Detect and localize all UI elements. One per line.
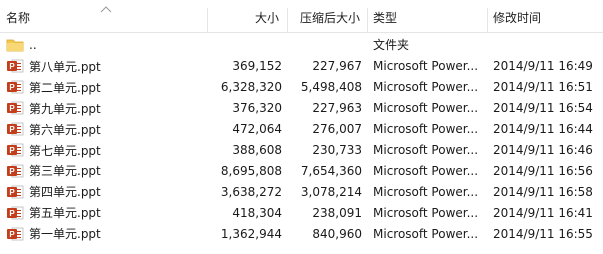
type-cell: Microsoft Power...	[373, 122, 479, 137]
file-row[interactable]: P 第八单元.ppt 369,152 227,967 Microsoft Power..…	[0, 56, 603, 77]
column-header-name[interactable]: 名称	[6, 4, 30, 32]
powerpoint-icon: P	[6, 58, 24, 74]
file-name: 第一单元.ppt	[29, 227, 101, 242]
compressed-size-cell: 5,498,408	[300, 80, 362, 95]
column-header-size[interactable]: 大小	[255, 4, 279, 32]
modified-cell: 2014/9/11 16:54	[493, 101, 593, 116]
size-cell: 369,152	[232, 59, 282, 74]
svg-text:P: P	[9, 83, 15, 92]
compressed-size-cell: 3,078,214	[300, 184, 362, 199]
column-header-bar: 名称 大小 压缩后大小 类型 修改时间	[0, 4, 603, 33]
svg-text:P: P	[9, 188, 15, 197]
size-cell: 388,608	[232, 143, 282, 157]
size-cell: 6,328,320	[220, 80, 282, 95]
file-row[interactable]: P 第五单元.ppt 418,304 238,091 Microsoft Power..…	[0, 202, 603, 223]
compressed-size-cell: 230,733	[312, 143, 362, 157]
column-separator[interactable]	[207, 8, 208, 32]
column-header-compressed[interactable]: 压缩后大小	[300, 4, 360, 32]
modified-cell: 2014/9/11 16:41	[493, 205, 593, 220]
file-name: 第五单元.ppt	[29, 206, 101, 221]
size-cell: 3,638,272	[220, 184, 282, 199]
type-cell: Microsoft Power...	[373, 184, 479, 199]
type-cell: 文件夹	[373, 38, 410, 52]
compressed-size-cell: 238,091	[312, 205, 362, 220]
powerpoint-icon: P	[6, 142, 24, 158]
modified-cell: 2014/9/11 16:56	[493, 163, 593, 178]
folder-icon	[6, 37, 24, 53]
modified-cell: 2014/9/11 16:44	[493, 122, 593, 137]
parent-folder-row[interactable]: .. 文件夹	[0, 33, 603, 56]
powerpoint-icon: P	[6, 79, 24, 95]
svg-text:P: P	[9, 209, 15, 218]
size-cell: 376,320	[232, 101, 282, 116]
compressed-size-cell: 840,960	[312, 226, 362, 241]
powerpoint-icon: P	[6, 121, 24, 137]
file-name: 第六单元.ppt	[29, 122, 101, 137]
compressed-size-cell: 227,963	[312, 101, 362, 116]
size-cell	[210, 33, 282, 56]
size-cell: 472,064	[232, 122, 282, 137]
modified-cell: 2014/9/11 16:51	[493, 80, 593, 95]
svg-text:P: P	[9, 125, 15, 134]
file-name: 第七单元.ppt	[29, 143, 101, 158]
column-header-modified[interactable]: 修改时间	[493, 4, 541, 32]
type-cell: Microsoft Power...	[373, 101, 479, 116]
file-row[interactable]: P 第九单元.ppt 376,320 227,963 Microsoft Power..…	[0, 98, 603, 119]
type-cell: Microsoft Power...	[373, 59, 479, 74]
type-cell: Microsoft Power...	[373, 143, 479, 157]
file-name: 第三单元.ppt	[29, 164, 101, 179]
compressed-size-cell	[290, 33, 362, 56]
file-name: ..	[29, 37, 37, 52]
powerpoint-icon: P	[6, 100, 24, 116]
file-name: 第九单元.ppt	[29, 101, 101, 116]
type-cell: Microsoft Power...	[373, 163, 479, 178]
type-cell: Microsoft Power...	[373, 205, 479, 220]
svg-text:P: P	[9, 146, 15, 155]
modified-cell: 2014/9/11 16:55	[493, 226, 593, 241]
file-row[interactable]: P 第二单元.ppt 6,328,320 5,498,408 Microsoft Pow…	[0, 77, 603, 98]
column-separator[interactable]	[367, 8, 368, 32]
svg-text:P: P	[9, 104, 15, 113]
size-cell: 418,304	[232, 205, 282, 220]
column-header-type[interactable]: 类型	[373, 4, 397, 32]
size-cell: 1,362,944	[220, 226, 282, 241]
file-name: 第四单元.ppt	[29, 185, 101, 200]
svg-text:P: P	[9, 230, 15, 239]
compressed-size-cell: 227,967	[312, 59, 362, 74]
modified-cell: 2014/9/11 16:46	[493, 143, 593, 157]
modified-cell	[493, 33, 603, 56]
modified-cell: 2014/9/11 16:49	[493, 59, 593, 74]
column-separator[interactable]	[487, 8, 488, 32]
powerpoint-icon: P	[6, 226, 24, 242]
compressed-size-cell: 7,654,360	[300, 163, 362, 178]
type-cell: Microsoft Power...	[373, 80, 479, 95]
file-name: 第二单元.ppt	[29, 80, 101, 95]
column-separator[interactable]	[287, 8, 288, 32]
file-row[interactable]: P 第四单元.ppt 3,638,272 3,078,214 Microsoft Pow…	[0, 181, 603, 202]
svg-text:P: P	[9, 167, 15, 176]
svg-text:P: P	[9, 62, 15, 71]
powerpoint-icon: P	[6, 163, 24, 179]
file-row[interactable]: P 第三单元.ppt 8,695,808 7,654,360 Microsoft Pow…	[0, 160, 603, 181]
file-row[interactable]: P 第七单元.ppt 388,608 230,733 Microsoft Power..…	[0, 140, 603, 161]
file-row[interactable]: P 第六单元.ppt 472,064 276,007 Microsoft Power..…	[0, 119, 603, 140]
powerpoint-icon: P	[6, 205, 24, 221]
file-name: 第八单元.ppt	[29, 59, 101, 74]
compressed-size-cell: 276,007	[312, 122, 362, 137]
powerpoint-icon: P	[6, 184, 24, 200]
sort-ascending-icon	[100, 6, 112, 13]
size-cell: 8,695,808	[220, 163, 282, 178]
modified-cell: 2014/9/11 16:58	[493, 184, 593, 199]
type-cell: Microsoft Power...	[373, 226, 479, 241]
file-row[interactable]: P 第一单元.ppt 1,362,944 840,960 Microsoft Power…	[0, 223, 603, 244]
file-list: .. 文件夹 P 第八单元.ppt 369,152 227,967 Microsoft Po…	[0, 33, 603, 244]
